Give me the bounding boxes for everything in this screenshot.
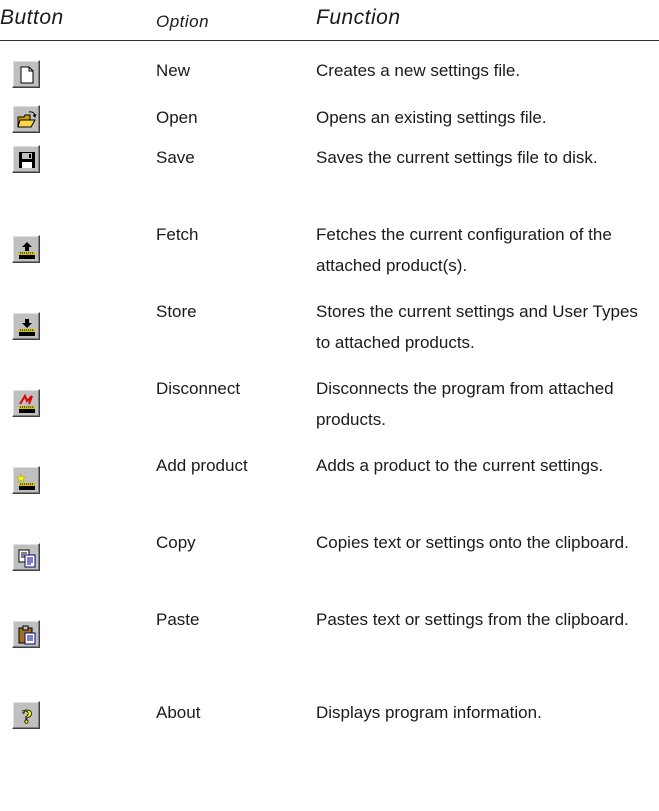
table-header: Button Option Function <box>0 0 659 41</box>
new-button[interactable] <box>12 60 40 88</box>
header-option: Option <box>156 12 210 31</box>
option-label: Fetch <box>156 225 199 244</box>
paste-icon <box>18 625 36 645</box>
function-text: Disconnects the program from attached pr… <box>316 379 614 429</box>
function-text: Pastes text or settings from the clipboa… <box>316 610 629 629</box>
function-text: Fetches the current configuration of the… <box>316 225 612 275</box>
function-text: Displays program information. <box>316 703 542 722</box>
store-icon <box>19 319 35 336</box>
about-button[interactable]: ? <box>12 701 40 729</box>
fetch-button[interactable] <box>12 235 40 263</box>
header-button: Button <box>0 6 64 29</box>
store-button[interactable] <box>12 312 40 340</box>
disconnect-button[interactable] <box>12 389 40 417</box>
function-text: Creates a new settings file. <box>316 61 521 80</box>
option-label: Disconnect <box>156 379 241 398</box>
option-label: Save <box>156 148 195 167</box>
svg-text:?: ? <box>22 707 33 727</box>
header-function: Function <box>316 6 401 29</box>
open-folder-icon <box>17 111 37 128</box>
function-text: Adds a product to the current settings. <box>316 456 604 475</box>
option-label: New <box>156 61 191 80</box>
fetch-icon <box>19 242 35 259</box>
function-text: Saves the current settings file to disk. <box>316 148 598 167</box>
option-label: Copy <box>156 533 196 552</box>
function-text: Opens an existing settings file. <box>316 108 547 127</box>
add-product-button[interactable] <box>12 466 40 494</box>
copy-button[interactable] <box>12 543 40 571</box>
save-button[interactable] <box>12 145 40 173</box>
function-text: Copies text or settings onto the clipboa… <box>316 533 629 552</box>
option-label: About <box>156 703 201 722</box>
option-label: Add product <box>156 456 248 475</box>
add-product-icon <box>16 473 35 490</box>
function-text: Stores the current settings and User Typ… <box>316 302 638 352</box>
open-button[interactable] <box>12 105 40 133</box>
option-label: Open <box>156 108 198 127</box>
option-label: Paste <box>156 610 200 629</box>
floppy-disk-icon <box>19 152 35 168</box>
option-label: Store <box>156 302 197 321</box>
new-document-icon <box>20 66 34 84</box>
disconnect-icon <box>19 393 35 413</box>
help-icon: ? <box>21 707 33 727</box>
paste-button[interactable] <box>12 620 40 648</box>
copy-icon <box>18 549 36 568</box>
